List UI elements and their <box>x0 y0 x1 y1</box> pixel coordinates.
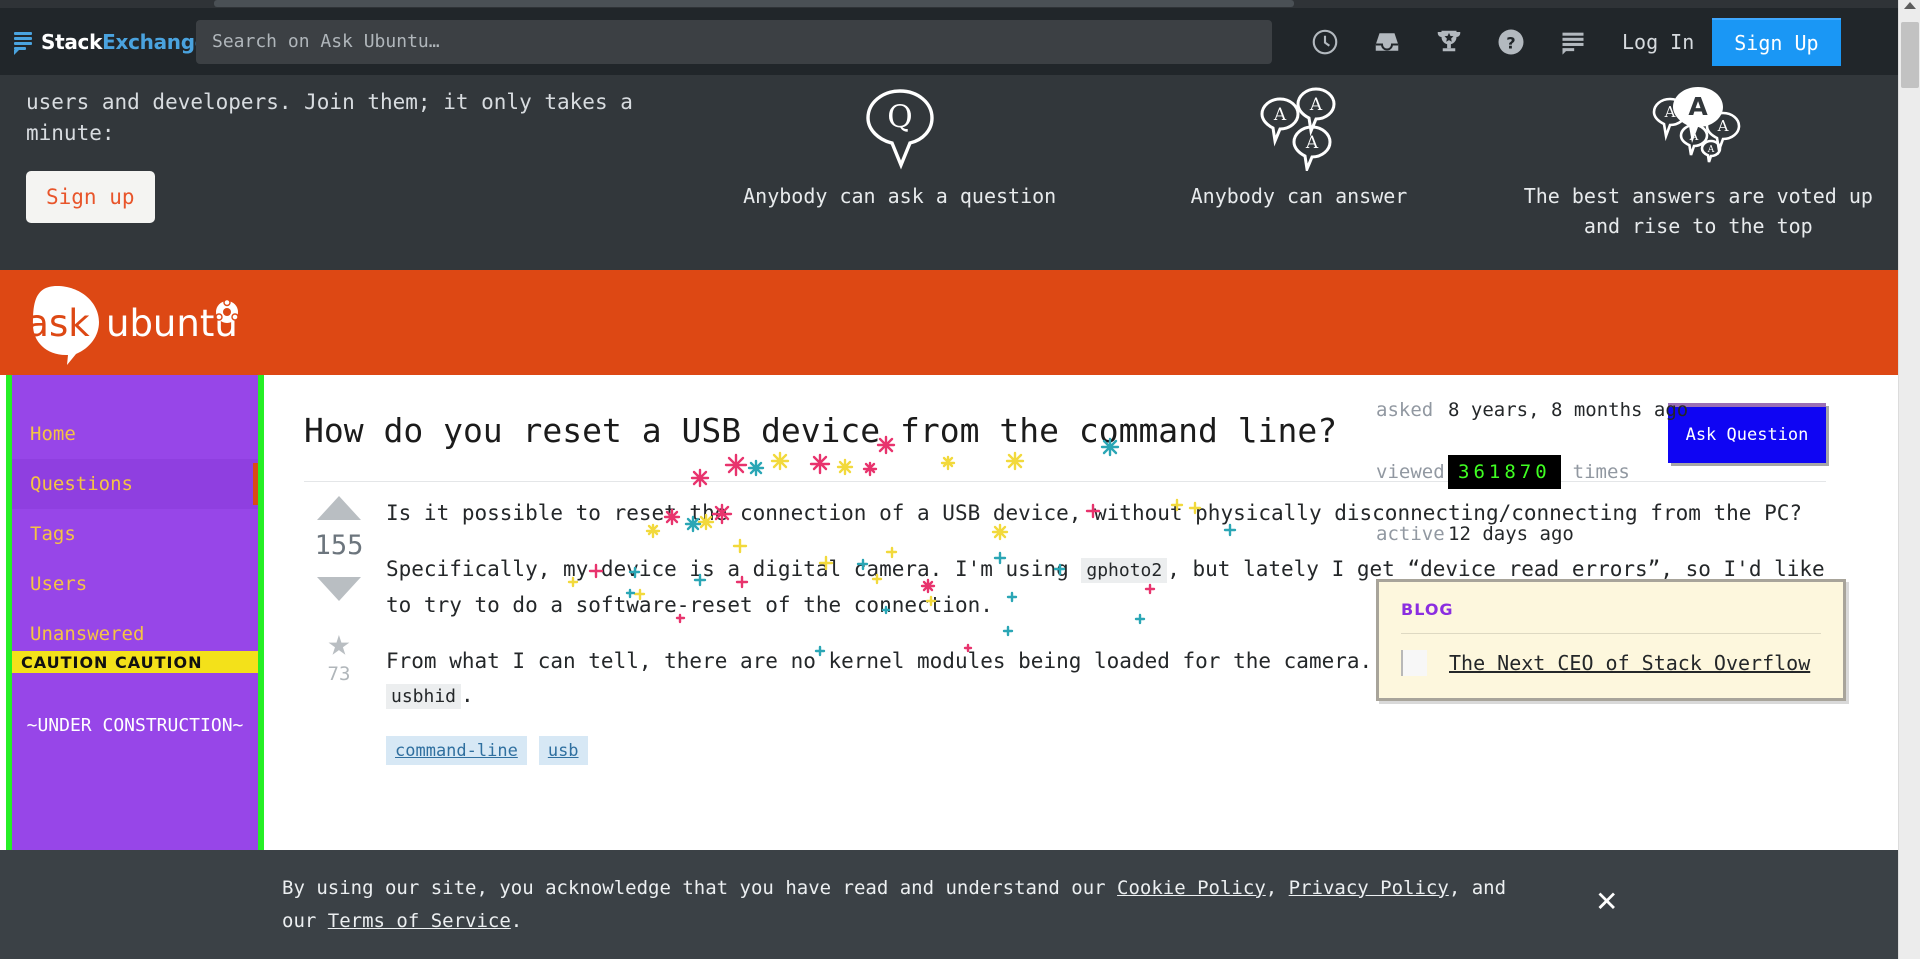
paragraph-text: Specifically, my device is a digital cam… <box>386 557 1082 581</box>
paragraph-text: . <box>461 683 474 707</box>
login-button[interactable]: Log In <box>1604 30 1712 54</box>
hero-caption-voted: The best answers are voted up and rise t… <box>1523 184 1873 238</box>
hero-column-answer: A A A Anybody can answer <box>1099 75 1498 270</box>
topbar-actions: ? Log In Sign Up <box>1294 14 1841 70</box>
active-row: active 12 days ago <box>1376 523 1856 545</box>
search-input[interactable] <box>212 31 1256 52</box>
cookie-banner-text: By using our site, you acknowledge that … <box>282 872 1522 938</box>
hero-caption-ask: Anybody can ask a question <box>743 184 1057 208</box>
answer-bubbles-icon: A A A <box>1250 85 1348 175</box>
vote-count: 155 <box>314 530 364 561</box>
close-icon[interactable]: ✕ <box>1595 888 1618 916</box>
asked-row: asked 8 years, 8 months ago <box>1376 399 1856 421</box>
sidebar-item-home[interactable]: Home <box>12 409 258 459</box>
question-stats-rail: asked 8 years, 8 months ago viewed 36187… <box>1376 399 1856 701</box>
page-scrollbar[interactable] <box>1898 0 1920 959</box>
viewed-row: viewed 361870 times <box>1376 455 1856 489</box>
active-value: 12 days ago <box>1448 523 1574 545</box>
left-sidebar: Home Questions Tags Users Unanswered N C… <box>6 375 264 850</box>
scrollbar-thumb[interactable] <box>1901 22 1919 88</box>
hero-signup-column: users and developers. Join them; it only… <box>0 75 700 270</box>
svg-text:A: A <box>1305 133 1319 153</box>
terms-of-service-link[interactable]: Terms of Service <box>328 910 511 932</box>
inbox-icon[interactable] <box>1356 14 1418 70</box>
favorite-count: 73 <box>327 663 351 685</box>
svg-text:A: A <box>1689 92 1709 121</box>
blog-bullet-icon <box>1401 650 1427 676</box>
under-construction-text: ~UNDER CONSTRUCTION~ <box>26 715 244 736</box>
blog-widget: BLOG The Next CEO of Stack Overflow <box>1376 579 1846 701</box>
asked-value: 8 years, 8 months ago <box>1448 399 1689 421</box>
svg-text:?: ? <box>1506 33 1515 52</box>
favorite-star-icon[interactable]: ★ <box>328 623 351 661</box>
svg-text:Q: Q <box>887 99 912 135</box>
svg-text:A: A <box>1717 117 1729 135</box>
active-label: active <box>1376 523 1445 545</box>
logo-stack-text: Stack <box>41 29 103 54</box>
blog-post-link[interactable]: The Next CEO of Stack Overflow <box>1449 651 1810 675</box>
question-bubble-icon: Q <box>854 85 946 175</box>
browser-top-strip <box>0 0 1920 8</box>
logo-exchange-text: Exchange <box>102 29 208 54</box>
site-switcher-icon[interactable] <box>1542 14 1604 70</box>
svg-text:ask: ask <box>26 302 90 345</box>
downvote-icon[interactable] <box>317 577 361 601</box>
hero-signup-button[interactable]: Sign up <box>26 171 155 223</box>
top-strip-bar <box>214 0 1294 7</box>
blog-divider <box>1401 633 1821 634</box>
vote-column: 155 ★ 73 <box>304 496 374 765</box>
cookie-banner: By using our site, you acknowledge that … <box>0 850 1898 959</box>
cookie-sep-1: , <box>1265 876 1289 899</box>
page-root: StackExchange Search on Ask Ubuntu… ? Lo… <box>0 0 1920 959</box>
svg-text:A: A <box>1273 105 1287 125</box>
cookie-policy-link[interactable]: Cookie Policy <box>1117 877 1266 899</box>
stackexchange-logo[interactable]: StackExchange <box>14 29 208 55</box>
privacy-policy-link[interactable]: Privacy Policy <box>1289 877 1449 899</box>
svg-text:A: A <box>1707 145 1715 155</box>
inline-code-usbhid: usbhid <box>386 684 462 709</box>
recent-activity-clock-icon[interactable] <box>1294 14 1356 70</box>
hero-caption-answer: Anybody can answer <box>1190 184 1408 208</box>
cookie-end: . <box>510 909 523 932</box>
scroll-up-arrow-icon[interactable] <box>1904 2 1916 9</box>
sidebar-item-users[interactable]: Users <box>12 559 258 609</box>
search-box[interactable] <box>196 19 1272 64</box>
voted-answers-icon: A A A A A <box>1643 85 1753 175</box>
content-area: Home Questions Tags Users Unanswered N C… <box>0 375 1898 850</box>
inline-code-gphoto2: gphoto2 <box>1081 558 1168 583</box>
sidebar-item-questions[interactable]: Questions <box>12 459 258 509</box>
svg-text:A: A <box>1309 95 1323 115</box>
tag-command-line[interactable]: command-line <box>386 736 527 765</box>
cookie-intro: By using our site, you acknowledge that … <box>282 876 1118 899</box>
hero-description: users and developers. Join them; it only… <box>26 90 633 145</box>
hero-column-voted: A A A A A The best answers are voted up … <box>1499 75 1898 270</box>
viewed-suffix: times <box>1572 461 1630 483</box>
blog-list-item[interactable]: The Next CEO of Stack Overflow <box>1401 650 1821 676</box>
svg-text:A: A <box>1664 103 1676 121</box>
blog-widget-header: BLOG <box>1401 600 1454 619</box>
tag-usb[interactable]: usb <box>538 736 588 765</box>
caution-tape-text: N CAUTION CAUTION <box>12 652 203 672</box>
hero-column-ask: Q Anybody can ask a question <box>700 75 1099 270</box>
caution-tape: N CAUTION CAUTION <box>12 651 258 673</box>
stackexchange-topbar: StackExchange Search on Ask Ubuntu… ? Lo… <box>0 8 1898 75</box>
svg-text:A: A <box>1689 129 1699 143</box>
help-icon[interactable]: ? <box>1480 14 1542 70</box>
achievements-trophy-icon[interactable] <box>1418 14 1480 70</box>
asked-label: asked <box>1376 399 1434 421</box>
signup-button[interactable]: Sign Up <box>1712 17 1841 66</box>
askubuntu-banner: ask ubuntu <box>0 270 1898 375</box>
view-counter: 361870 <box>1448 455 1561 489</box>
hero-banner: users and developers. Join them; it only… <box>0 75 1898 270</box>
sidebar-item-tags[interactable]: Tags <box>12 509 258 559</box>
viewed-label: viewed <box>1376 461 1445 483</box>
askubuntu-logo[interactable]: ask ubuntu <box>10 280 260 369</box>
tag-list: command-line usb <box>386 736 1828 765</box>
upvote-icon[interactable] <box>317 496 361 520</box>
stackexchange-logo-icon <box>14 31 32 55</box>
